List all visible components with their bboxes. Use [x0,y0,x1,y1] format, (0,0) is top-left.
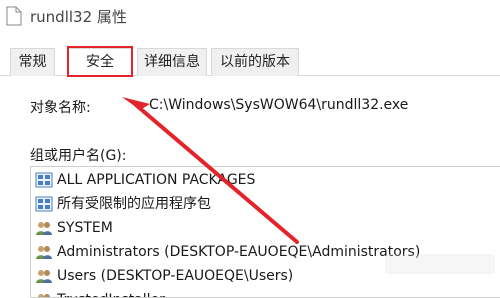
users-icon [36,270,52,283]
group-users-label: 组或用户名(G): [30,148,127,164]
user-name: 所有受限制的应用程序包 [57,196,211,212]
tab-details[interactable]: 详细信息 [137,48,207,76]
user-name: Users (DESKTOP-EAUOEQE\Users) [57,268,294,284]
users-icon [38,294,50,297]
tab-general[interactable]: 常规 [10,48,55,76]
app-packages-icon [35,172,53,188]
object-name-value: C:\Windows\SysWOW64\rundll32.exe [149,97,409,113]
file-icon [6,6,22,26]
tab-previous-versions[interactable]: 以前的版本 [211,48,299,76]
watermark-logo [385,254,495,274]
title-bar: rundll32 属性 [0,0,500,34]
user-name: Administrators (DESKTOP-EAUOEQE\Administ… [57,244,421,260]
users-icon [36,246,52,259]
tab-security[interactable]: 安全 [67,48,133,77]
users-icon [36,222,52,235]
app-packages-icon [35,196,53,212]
window-title: rundll32 属性 [30,8,127,26]
group-users-list[interactable]: ALL APPLICATION PACKAGES 所有受限制的应用程序包 SYS… [30,166,500,298]
user-name: TrustedInstaller [57,289,165,297]
object-name-label: 对象名称: [30,100,91,116]
user-name: ALL APPLICATION PACKAGES [57,172,256,188]
user-name: SYSTEM [57,220,113,236]
